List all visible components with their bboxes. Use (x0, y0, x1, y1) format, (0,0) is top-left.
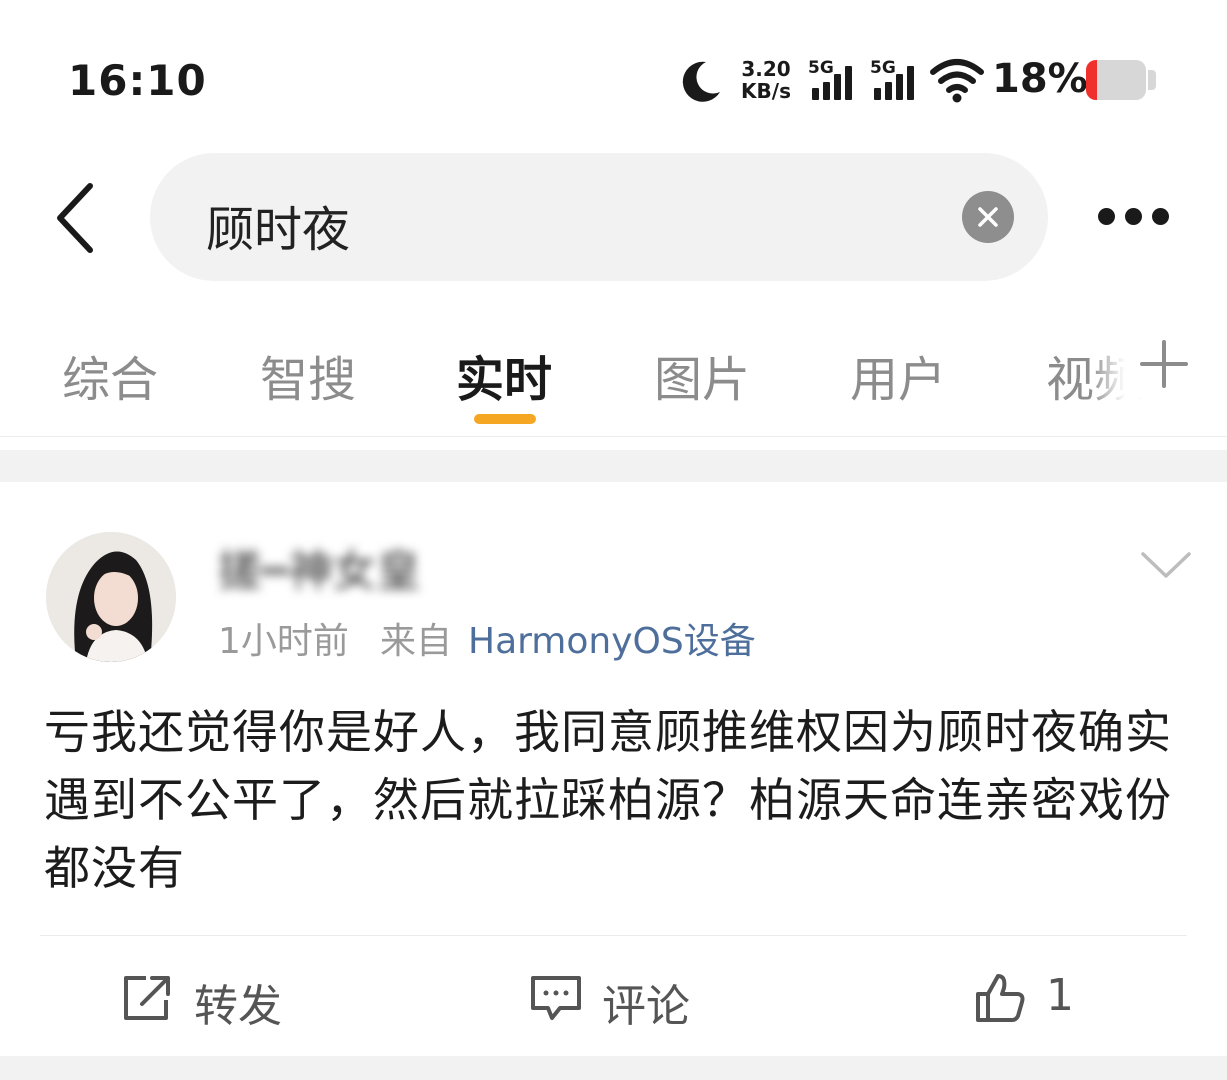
clear-icon[interactable] (962, 191, 1014, 243)
sim2-label: 5G (870, 58, 896, 78)
back-arrow-icon[interactable] (50, 180, 100, 256)
battery-cap (1148, 70, 1156, 90)
tab-users[interactable]: 用户 (850, 340, 946, 410)
signal-icon: 5G (808, 58, 858, 104)
tab-realtime[interactable]: 实时 (456, 340, 552, 410)
battery-level-fill (1086, 60, 1097, 100)
tab-smart-search[interactable]: 智搜 (260, 340, 356, 410)
battery-icon (1086, 60, 1146, 100)
post-content: 亏我还觉得你是好人，我同意顾推维权因为顾时夜确实遇到不公平了，然后就拉踩柏源？柏… (44, 705, 1172, 895)
network-speed-value: 3.20 (741, 57, 791, 81)
repost-icon[interactable] (120, 970, 176, 1026)
section-gap (0, 1056, 1227, 1080)
divider (0, 436, 1227, 437)
post-timestamp: 1小时前 (218, 621, 349, 662)
section-gap (0, 450, 1227, 482)
like-count[interactable]: 1 (1046, 970, 1074, 1021)
active-tab-indicator (474, 414, 536, 424)
wifi-icon (930, 56, 984, 106)
repost-button[interactable]: 转发 (194, 970, 282, 1034)
username[interactable]: 搓┅神女皇 (218, 535, 421, 599)
post-from-label: 来自 (380, 621, 453, 662)
more-icon[interactable] (1096, 205, 1176, 229)
post-source-link[interactable]: HarmonyOS设备 (468, 612, 756, 664)
moon-icon (678, 58, 724, 104)
tabs-fade-overlay (1090, 330, 1140, 410)
network-speed-unit: KB/s (741, 79, 791, 103)
like-thumb-icon[interactable] (972, 970, 1028, 1026)
sim1-label: 5G (808, 58, 834, 78)
add-tab-plus-icon[interactable] (1136, 336, 1192, 392)
battery-percent: 18% (992, 56, 1088, 102)
divider (40, 935, 1187, 936)
chevron-down-icon[interactable] (1140, 548, 1192, 582)
network-speed: 3.20 KB/s (740, 58, 792, 102)
comment-icon[interactable] (528, 970, 584, 1026)
status-time: 16:10 (68, 56, 207, 105)
comment-button[interactable]: 评论 (602, 970, 690, 1034)
search-query-text[interactable]: 顾时夜 (206, 190, 350, 260)
tab-images[interactable]: 图片 (654, 340, 750, 410)
avatar[interactable] (46, 532, 176, 662)
tab-comprehensive[interactable]: 综合 (62, 340, 158, 410)
signal-icon: 5G (870, 58, 920, 104)
